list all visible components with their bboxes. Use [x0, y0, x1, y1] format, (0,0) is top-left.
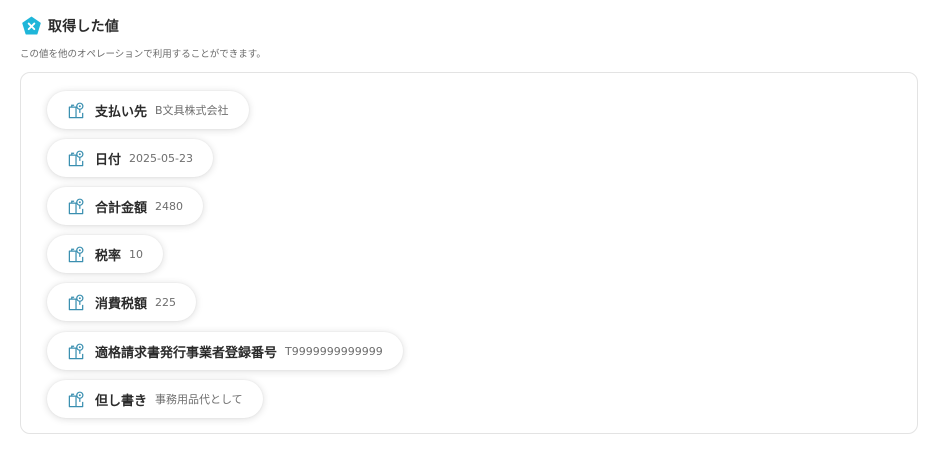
yoom-x-badge-icon — [22, 16, 41, 35]
field-label: 日付 — [95, 152, 122, 168]
value-chip-total[interactable]: 合計金額 2480 — [47, 187, 204, 225]
value-chip-memo[interactable]: 但し書き 事務用品代として — [47, 380, 263, 418]
field-value: 10 — [129, 247, 144, 261]
book-hint-icon — [68, 294, 84, 310]
field-label: 支払い先 — [95, 104, 148, 120]
field-value: 225 — [155, 295, 177, 309]
field-label: 但し書き — [95, 393, 148, 409]
value-chip-tax-amount[interactable]: 消費税額 225 — [47, 283, 197, 321]
value-chip-payee[interactable]: 支払い先 B文具株式会社 — [47, 91, 249, 129]
field-value: 2480 — [155, 199, 184, 213]
field-value: T9999999999999 — [285, 344, 383, 358]
field-value: B文具株式会社 — [155, 104, 229, 117]
book-hint-icon — [68, 246, 84, 262]
value-chip-registration-number[interactable]: 適格請求書発行事業者登録番号 T9999999999999 — [47, 332, 403, 370]
field-label: 合計金額 — [95, 200, 148, 216]
field-value: 2025-05-23 — [129, 151, 193, 165]
field-label: 適格請求書発行事業者登録番号 — [95, 345, 278, 361]
book-hint-icon — [68, 343, 84, 359]
field-label: 税率 — [95, 248, 122, 264]
field-label: 消費税額 — [95, 296, 148, 312]
book-hint-icon — [68, 391, 84, 407]
book-hint-icon — [68, 150, 84, 166]
section-title: 取得した値 — [48, 19, 119, 35]
value-chip-tax-rate[interactable]: 税率 10 — [47, 235, 164, 273]
book-hint-icon — [68, 102, 84, 118]
section-description: この値を他のオペレーションで利用することができます。 — [20, 49, 266, 60]
value-chip-date[interactable]: 日付 2025-05-23 — [47, 139, 213, 177]
book-hint-icon — [68, 198, 84, 214]
field-value: 事務用品代として — [155, 393, 243, 406]
section-header: 取得した値 — [21, 14, 119, 38]
values-panel: 支払い先 B文具株式会社 日付 2025-05-23 合計金額 2480 税率 … — [20, 72, 918, 434]
